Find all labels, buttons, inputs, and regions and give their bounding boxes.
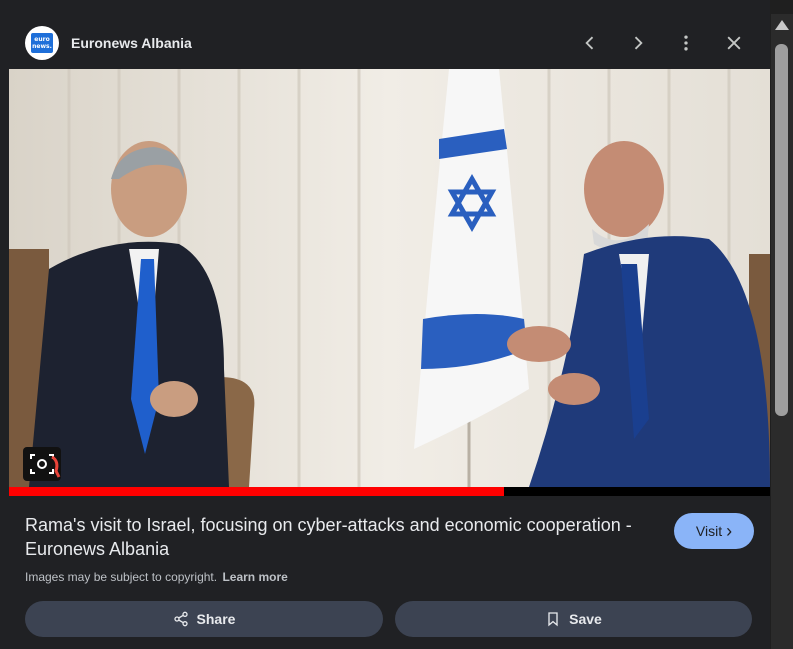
source-name[interactable]: Euronews Albania [71, 35, 192, 51]
viewer-header: euro news. Euronews Albania [0, 0, 770, 68]
close-icon [727, 36, 741, 50]
meeting-photo [9, 69, 770, 487]
chevron-right-icon: › [726, 521, 733, 541]
chevron-right-icon [634, 36, 643, 50]
more-vert-icon [684, 35, 688, 51]
visit-button[interactable]: Visit › [674, 513, 754, 549]
preview-image[interactable] [9, 69, 770, 487]
close-button[interactable] [721, 30, 747, 56]
copyright-text: Images may be subject to copyright. [25, 570, 218, 584]
more-options-button[interactable] [673, 30, 699, 56]
scrollbar-thumb[interactable] [775, 44, 788, 416]
save-label: Save [569, 611, 602, 627]
scrollbar[interactable] [771, 14, 793, 649]
loading-progress-bar [9, 487, 770, 496]
share-icon [173, 611, 188, 627]
learn-more-link[interactable]: Learn more [222, 570, 287, 584]
chevron-left-icon [585, 36, 594, 50]
euronews-logo-icon: euro news. [31, 33, 53, 53]
bookmark-icon [548, 612, 558, 627]
scroll-up-arrow-icon[interactable] [775, 20, 789, 30]
image-title[interactable]: Rama's visit to Israel, focusing on cybe… [25, 513, 655, 561]
source-logo[interactable]: euro news. [25, 26, 59, 60]
visit-label: Visit [695, 523, 723, 539]
next-button[interactable] [625, 30, 651, 56]
progress-fill [9, 487, 504, 496]
previous-button[interactable] [577, 30, 603, 56]
copyright-notice: Images may be subject to copyright. Lear… [25, 570, 288, 584]
image-viewer-panel: euro news. Euronews Albania Rama's visit… [0, 0, 770, 649]
share-button[interactable]: Share [25, 601, 383, 637]
save-button[interactable]: Save [395, 601, 752, 637]
share-label: Share [196, 611, 236, 627]
lens-icon [23, 447, 61, 481]
google-lens-button[interactable] [23, 447, 61, 481]
